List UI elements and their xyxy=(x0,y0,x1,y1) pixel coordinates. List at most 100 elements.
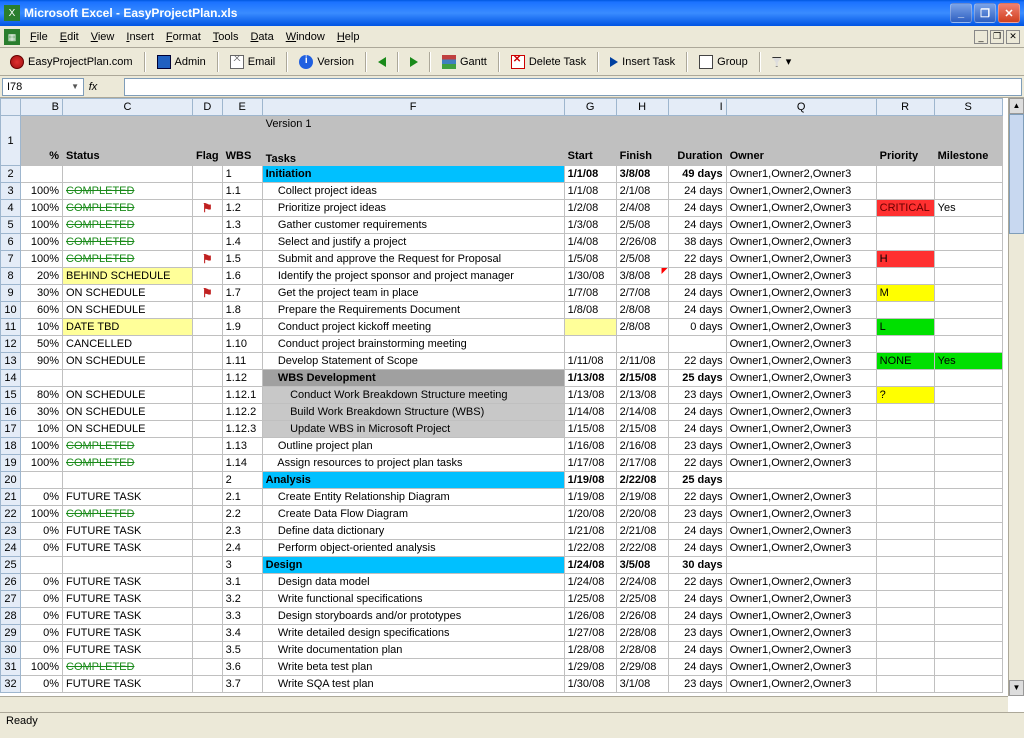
cell-wbs[interactable]: 1.12.1 xyxy=(222,387,262,404)
cell-wbs[interactable]: 1.4 xyxy=(222,234,262,251)
col-header-B[interactable]: B xyxy=(21,99,63,116)
cell-owner[interactable]: Owner1,Owner2,Owner3 xyxy=(726,608,876,625)
cell-status[interactable]: ON SCHEDULE xyxy=(63,302,193,319)
cell-flag[interactable] xyxy=(193,438,223,455)
cell-finish[interactable]: 2/11/08 xyxy=(616,353,668,370)
cell-start[interactable]: 1/22/08 xyxy=(564,540,616,557)
cell-finish[interactable]: 2/14/08 xyxy=(616,404,668,421)
cell-percent[interactable] xyxy=(21,557,63,574)
row-header[interactable]: 6 xyxy=(1,234,21,251)
cell-start[interactable]: 1/1/08 xyxy=(564,183,616,200)
row-header[interactable]: 15 xyxy=(1,387,21,404)
minimize-button[interactable]: _ xyxy=(950,3,972,23)
cell-start[interactable]: 1/24/08 xyxy=(564,557,616,574)
cell-percent[interactable] xyxy=(21,472,63,489)
cell-duration[interactable]: 23 days xyxy=(668,387,726,404)
cell-task[interactable]: Collect project ideas xyxy=(262,183,564,200)
cell-start[interactable]: 1/2/08 xyxy=(564,200,616,217)
cell-priority[interactable] xyxy=(876,370,934,387)
scroll-down-button[interactable]: ▼ xyxy=(1009,680,1024,696)
cell-finish[interactable]: 2/15/08 xyxy=(616,421,668,438)
cell-percent[interactable]: 30% xyxy=(21,285,63,302)
menu-tools[interactable]: Tools xyxy=(207,29,245,45)
cell-flag[interactable] xyxy=(193,183,223,200)
delete-task-button[interactable]: Delete Task xyxy=(505,53,592,71)
col-header-Q[interactable]: Q xyxy=(726,99,876,116)
data-row[interactable]: 25 3 Design 1/24/08 3/5/08 30 days xyxy=(1,557,1003,574)
cell-percent[interactable]: 0% xyxy=(21,625,63,642)
col-header-R[interactable]: R xyxy=(876,99,934,116)
cell-percent[interactable]: 100% xyxy=(21,183,63,200)
cell-task[interactable]: Write functional specifications xyxy=(262,591,564,608)
row-header[interactable]: 2 xyxy=(1,166,21,183)
cell-duration[interactable]: 28 days xyxy=(668,268,726,285)
header-status[interactable]: Status xyxy=(63,116,193,166)
cell-priority[interactable]: ? xyxy=(876,387,934,404)
cell-task[interactable]: Assign resources to project plan tasks xyxy=(262,455,564,472)
cell-milestone[interactable] xyxy=(934,217,1002,234)
cell-status[interactable]: CANCELLED xyxy=(63,336,193,353)
formula-input[interactable] xyxy=(124,78,1022,96)
cell-flag[interactable] xyxy=(193,370,223,387)
cell-priority[interactable] xyxy=(876,574,934,591)
cell-status[interactable]: COMPLETED xyxy=(63,183,193,200)
cell-finish[interactable]: 2/24/08 xyxy=(616,574,668,591)
cell-duration[interactable]: 23 days xyxy=(668,676,726,693)
cell-flag[interactable] xyxy=(193,523,223,540)
cell-finish[interactable]: 2/26/08 xyxy=(616,234,668,251)
cell-wbs[interactable]: 3 xyxy=(222,557,262,574)
cell-percent[interactable]: 100% xyxy=(21,506,63,523)
cell-milestone[interactable] xyxy=(934,336,1002,353)
prev-button[interactable] xyxy=(372,55,392,69)
cell-task[interactable]: Conduct project kickoff meeting xyxy=(262,319,564,336)
data-row[interactable]: 28 0% FUTURE TASK 3.3 Design storyboards… xyxy=(1,608,1003,625)
cell-wbs[interactable]: 1.11 xyxy=(222,353,262,370)
row-header[interactable]: 3 xyxy=(1,183,21,200)
data-row[interactable]: 7 100% COMPLETED ⚑ 1.5 Submit and approv… xyxy=(1,251,1003,268)
header-flag[interactable]: Flag xyxy=(193,116,223,166)
cell-duration[interactable]: 22 days xyxy=(668,455,726,472)
cell-finish[interactable]: 2/8/08 xyxy=(616,319,668,336)
cell-milestone[interactable] xyxy=(934,591,1002,608)
cell-priority[interactable]: CRITICAL xyxy=(876,200,934,217)
cell-status[interactable]: FUTURE TASK xyxy=(63,591,193,608)
cell-start[interactable]: 1/5/08 xyxy=(564,251,616,268)
cell-wbs[interactable]: 1.9 xyxy=(222,319,262,336)
scroll-thumb[interactable] xyxy=(1009,114,1024,234)
cell-status[interactable]: ON SCHEDULE xyxy=(63,404,193,421)
cell-duration[interactable]: 25 days xyxy=(668,472,726,489)
cell-milestone[interactable] xyxy=(934,608,1002,625)
row-header[interactable]: 19 xyxy=(1,455,21,472)
cell-percent[interactable]: 100% xyxy=(21,251,63,268)
cell-percent[interactable]: 80% xyxy=(21,387,63,404)
cell-task[interactable]: Create Data Flow Diagram xyxy=(262,506,564,523)
cell-task[interactable]: Prepare the Requirements Document xyxy=(262,302,564,319)
cell-milestone[interactable] xyxy=(934,285,1002,302)
row-header[interactable]: 24 xyxy=(1,540,21,557)
data-row[interactable]: 31 100% COMPLETED 3.6 Write beta test pl… xyxy=(1,659,1003,676)
cell-owner[interactable]: Owner1,Owner2,Owner3 xyxy=(726,234,876,251)
row-header[interactable]: 20 xyxy=(1,472,21,489)
cell-wbs[interactable]: 1.12 xyxy=(222,370,262,387)
cell-wbs[interactable]: 1.6 xyxy=(222,268,262,285)
cell-finish[interactable]: 2/5/08 xyxy=(616,251,668,268)
cell-task[interactable]: Write detailed design specifications xyxy=(262,625,564,642)
cell-task[interactable]: Design data model xyxy=(262,574,564,591)
cell-milestone[interactable] xyxy=(934,574,1002,591)
col-header-F[interactable]: F xyxy=(262,99,564,116)
cell-owner[interactable]: Owner1,Owner2,Owner3 xyxy=(726,353,876,370)
menu-insert[interactable]: Insert xyxy=(120,29,160,45)
cell-duration[interactable]: 30 days xyxy=(668,557,726,574)
cell-finish[interactable]: 2/4/08 xyxy=(616,200,668,217)
gantt-button[interactable]: Gantt xyxy=(436,53,493,71)
cell-wbs[interactable]: 1.8 xyxy=(222,302,262,319)
cell-flag[interactable] xyxy=(193,302,223,319)
row-header[interactable]: 18 xyxy=(1,438,21,455)
row-header[interactable]: 21 xyxy=(1,489,21,506)
cell-start[interactable]: 1/21/08 xyxy=(564,523,616,540)
cell-wbs[interactable]: 1.2 xyxy=(222,200,262,217)
cell-percent[interactable]: 10% xyxy=(21,421,63,438)
cell-milestone[interactable]: Yes xyxy=(934,353,1002,370)
cell-wbs[interactable]: 2 xyxy=(222,472,262,489)
cell-owner[interactable]: Owner1,Owner2,Owner3 xyxy=(726,285,876,302)
